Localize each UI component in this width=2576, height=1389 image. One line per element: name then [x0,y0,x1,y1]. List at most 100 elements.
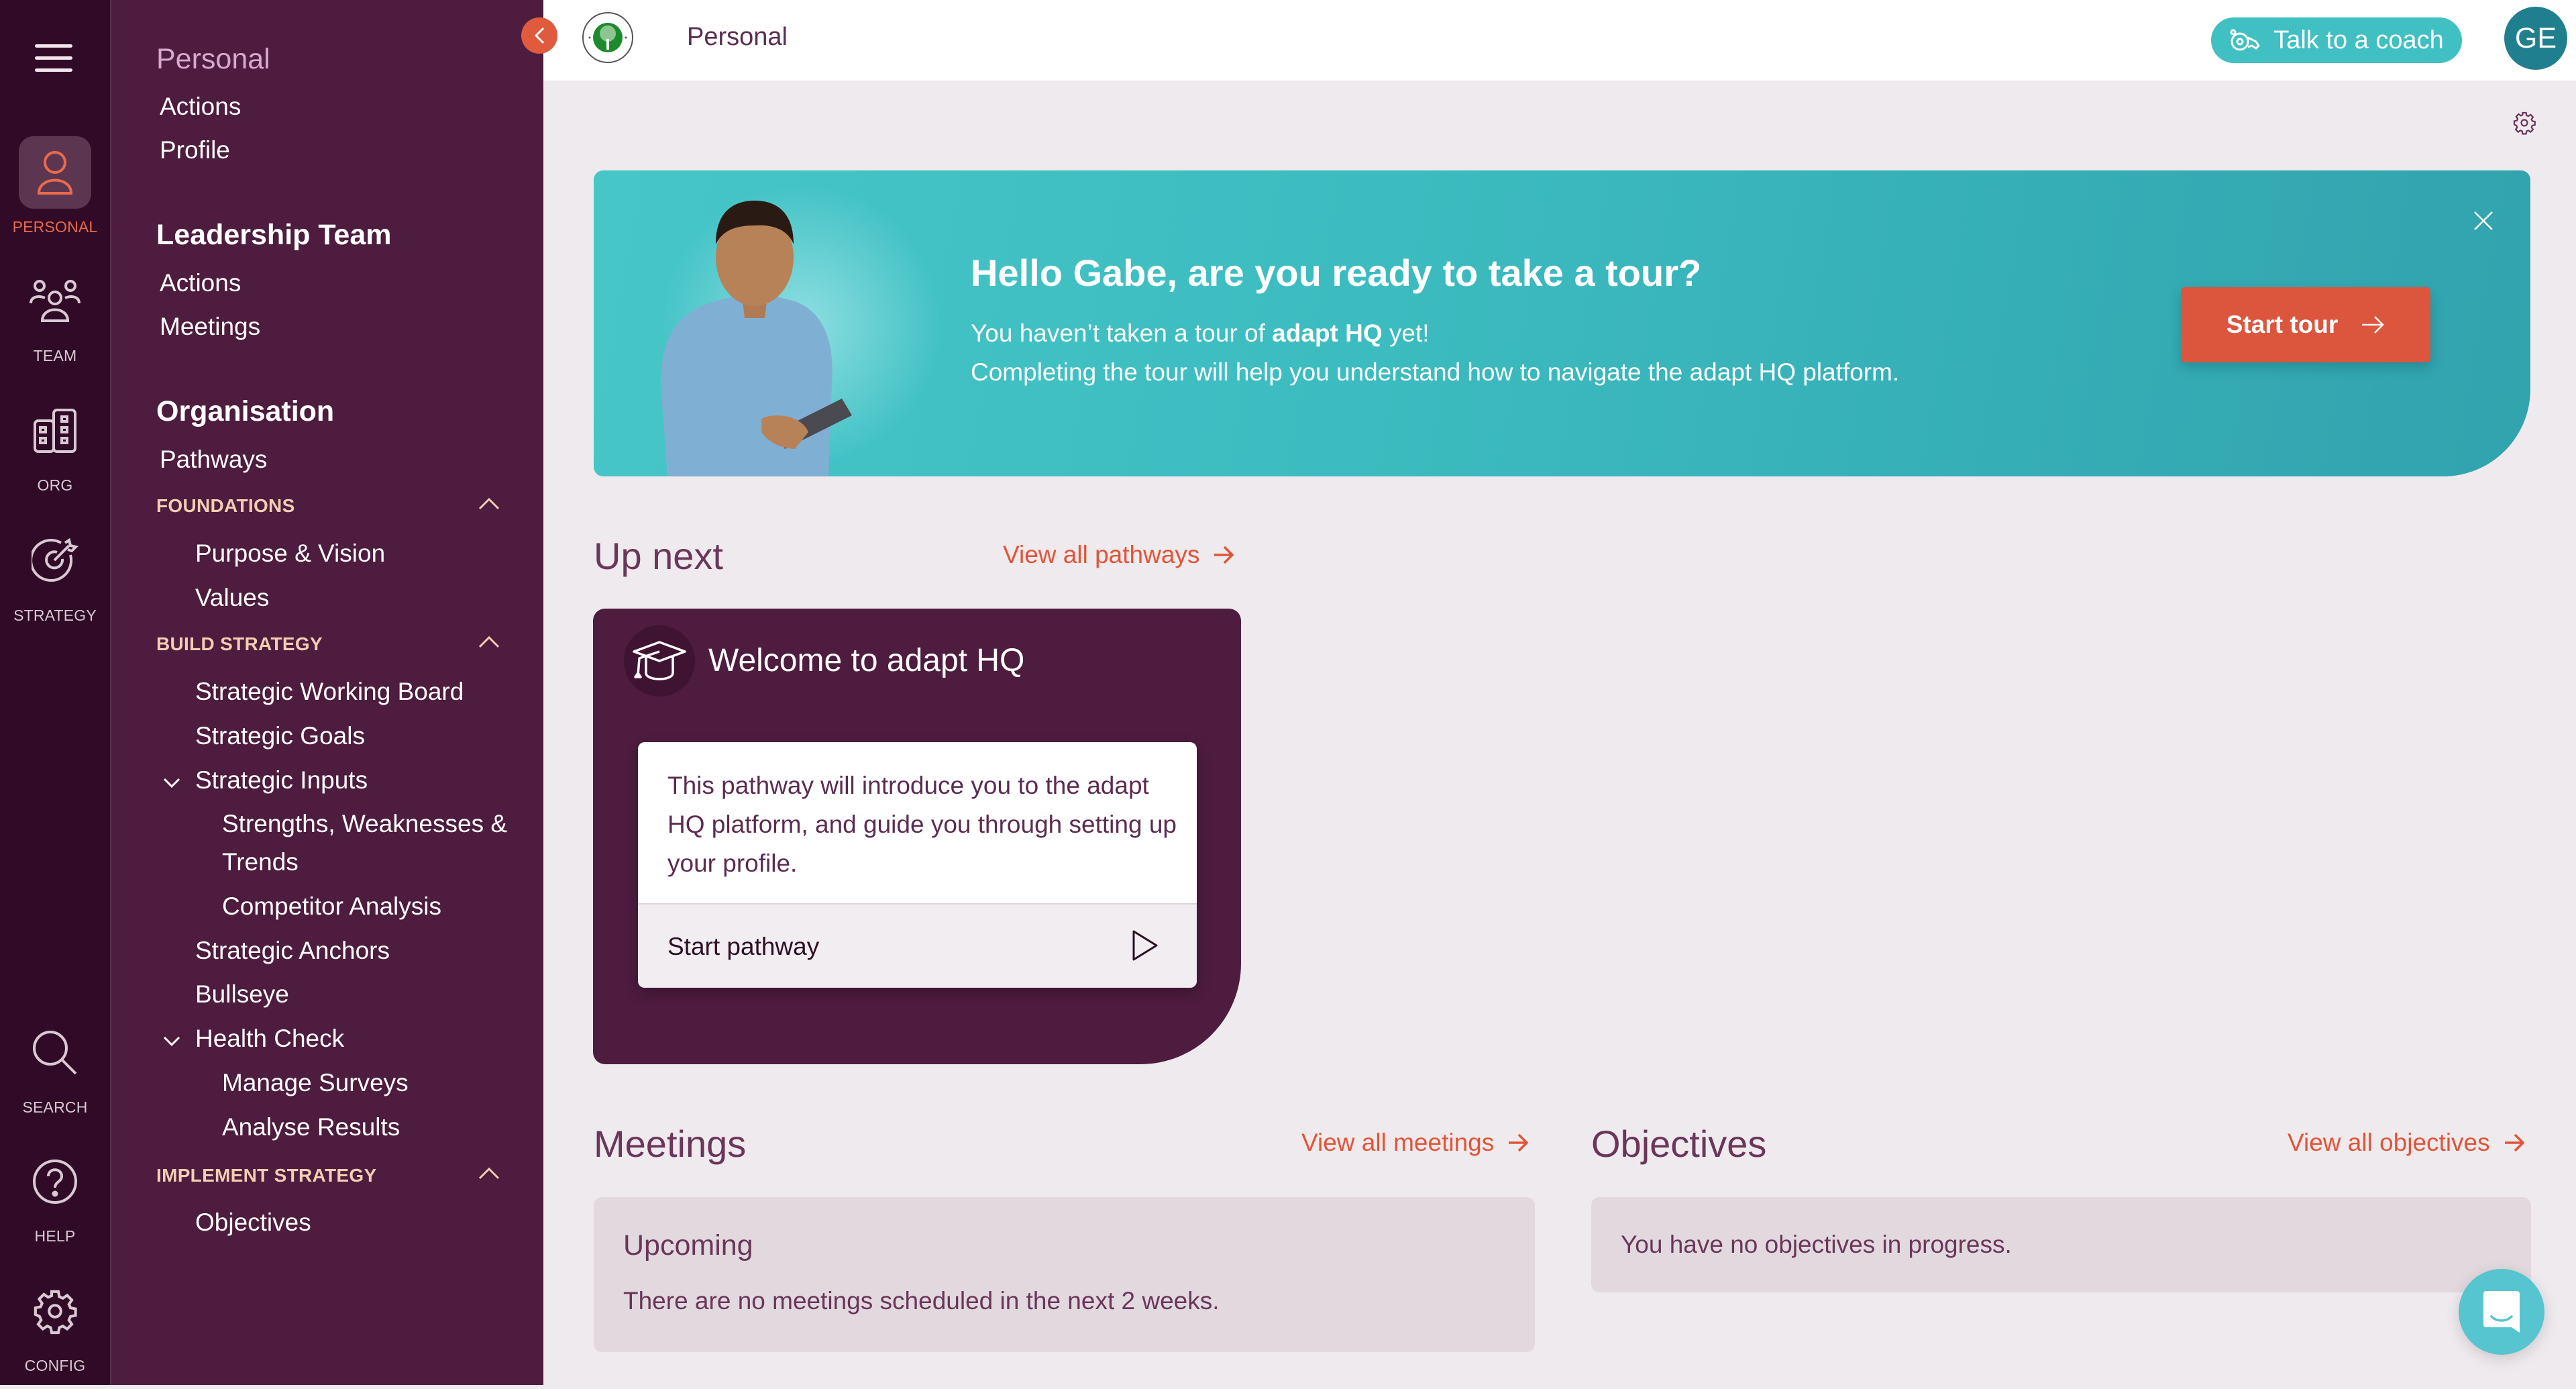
chat-icon [2483,1291,2520,1333]
rail-item-strategy[interactable]: STRATEGY [0,525,110,639]
building-icon [34,409,76,453]
user-avatar[interactable]: GE [2504,7,2567,70]
up-next-heading: Up next [594,535,723,577]
objectives-heading: Objectives [1591,1123,1767,1165]
view-all-pathways-label: View all pathways [1003,541,1200,568]
chevron-up-icon[interactable] [477,633,501,650]
page-title: Personal [687,23,788,51]
banner-title: Hello Gabe, are you ready to take a tour… [971,252,1702,294]
chevron-down-icon[interactable] [162,1034,182,1047]
gear-icon [34,1290,77,1335]
nav-section-foundations[interactable]: FOUNDATIONS [156,495,295,517]
objectives-empty-message: You have no objectives in progress. [1621,1231,2012,1258]
nav-item-manage-surveys[interactable]: Manage Surveys [222,1069,409,1097]
coach-button-label: Talk to a coach [2273,25,2444,54]
arrow-right-icon [1214,546,1234,564]
nav-item-strategic-goals[interactable]: Strategic Goals [195,722,365,750]
view-all-meetings-label: View all meetings [1301,1129,1495,1156]
nav-heading-personal: Personal [156,43,270,75]
collapse-sidebar-button[interactable] [521,17,557,54]
whistle-icon [2230,29,2261,51]
pathway-icon-badge [624,625,695,697]
arrow-right-icon [1509,1133,1529,1152]
chat-launcher-button[interactable] [2459,1269,2544,1355]
view-all-objectives-label: View all objectives [2288,1129,2490,1156]
pathway-card: Welcome to adapt HQ This pathway will in… [593,609,1241,1064]
rail-item-config[interactable]: CONFIG [0,1275,110,1389]
close-icon[interactable] [2472,209,2495,232]
nav-item-objectives[interactable]: Objectives [195,1208,311,1237]
tour-banner: Hello Gabe, are you ready to take a tour… [594,170,2530,476]
rail-item-help[interactable]: HELP [0,1145,110,1259]
pathway-inner-card: This pathway will introduce you to the a… [638,742,1197,988]
nav-item-meetings[interactable]: Meetings [160,313,260,341]
nav-item-analyse-results[interactable]: Analyse Results [222,1113,400,1141]
arrow-right-icon [2504,1133,2525,1152]
nav-item-strengths-weaknesses-trends[interactable]: Strengths, Weaknesses & [222,810,507,838]
search-icon [33,1031,77,1075]
rail-item-team[interactable]: TEAM [0,265,110,379]
nav-item-strategic-working-board[interactable]: Strategic Working Board [195,678,464,706]
rail-label: HELP [34,1227,76,1245]
rail-label: TEAM [33,347,77,364]
banner-line-1: You haven’t taken a tour of adapt HQ yet… [971,319,1430,347]
rail-item-search[interactable]: SEARCH [0,1017,110,1131]
nav-item-team-actions[interactable]: Actions [160,269,241,297]
nav-item-profile[interactable]: Profile [160,136,230,164]
nav-item-values[interactable]: Values [195,584,269,612]
help-icon [33,1160,77,1204]
meetings-empty-message: There are no meetings scheduled in the n… [623,1287,1220,1315]
rail-item-org[interactable]: ORG [0,395,110,509]
start-pathway-label: Start pathway [667,933,820,960]
banner-line-2: Completing the tour will help you unders… [971,358,1900,386]
meetings-card: Upcoming There are no meetings scheduled… [594,1197,1535,1352]
nav-panel: Personal Actions Profile Leadership Team… [111,0,543,1385]
chevron-left-icon [534,27,545,44]
nav-item-health-check[interactable]: Health Check [195,1025,344,1053]
rail-label: SEARCH [22,1098,88,1116]
view-all-meetings-link[interactable]: View all meetings [1301,1129,1529,1157]
meetings-upcoming-label: Upcoming [623,1229,753,1262]
start-tour-button[interactable]: Start tour [2181,287,2430,362]
graduation-cap-icon [633,641,686,680]
nav-section-implement-strategy[interactable]: IMPLEMENT STRATEGY [156,1165,376,1186]
talk-to-coach-button[interactable]: Talk to a coach [2211,17,2462,63]
rail-item-personal[interactable]: PERSONAL [0,136,110,250]
view-all-pathways-link[interactable]: View all pathways [1003,541,1234,569]
nav-item-personal-actions[interactable]: Actions [160,93,241,121]
menu-icon[interactable] [35,42,74,74]
rail-label: PERSONAL [12,218,98,236]
start-pathway-button[interactable]: Start pathway [638,903,1197,988]
pathway-title: Welcome to adapt HQ [708,643,1025,678]
view-all-objectives-link[interactable]: View all objectives [2288,1129,2525,1157]
nav-section-build-strategy[interactable]: BUILD STRATEGY [156,633,323,655]
nav-heading-org: Organisation [156,395,335,427]
nav-item-strategic-inputs[interactable]: Strategic Inputs [195,766,368,794]
chevron-down-icon[interactable] [162,776,182,789]
meetings-heading: Meetings [594,1123,747,1165]
target-icon [32,537,78,582]
nav-item-strengths-weaknesses-trends-cont[interactable]: Trends [222,848,299,876]
chevron-up-icon[interactable] [477,1165,501,1181]
org-logo [582,12,633,63]
arrow-right-icon [2362,316,2385,333]
icon-rail: PERSONAL TEAM ORG STRATEGY SEARCH HELP C… [0,0,111,1385]
gear-icon[interactable] [2512,111,2536,135]
rail-label: ORG [37,476,73,494]
start-tour-label: Start tour [2226,311,2339,338]
nav-item-competitor-analysis[interactable]: Competitor Analysis [222,892,441,921]
team-icon [30,280,80,322]
rail-label: CONFIG [24,1357,86,1374]
person-icon [37,151,73,195]
play-icon [1132,930,1158,961]
chevron-up-icon[interactable] [477,495,501,511]
nav-item-bullseye[interactable]: Bullseye [195,980,289,1009]
pathway-description: This pathway will introduce you to the a… [667,772,1177,877]
objectives-card: You have no objectives in progress. [1591,1197,2531,1292]
nav-item-pathways[interactable]: Pathways [160,446,267,474]
nav-item-strategic-anchors[interactable]: Strategic Anchors [195,937,390,965]
nav-heading-team: Leadership Team [156,219,392,251]
rail-label: STRATEGY [13,607,97,624]
nav-item-purpose-vision[interactable]: Purpose & Vision [195,539,385,568]
banner-person-image [661,201,852,476]
